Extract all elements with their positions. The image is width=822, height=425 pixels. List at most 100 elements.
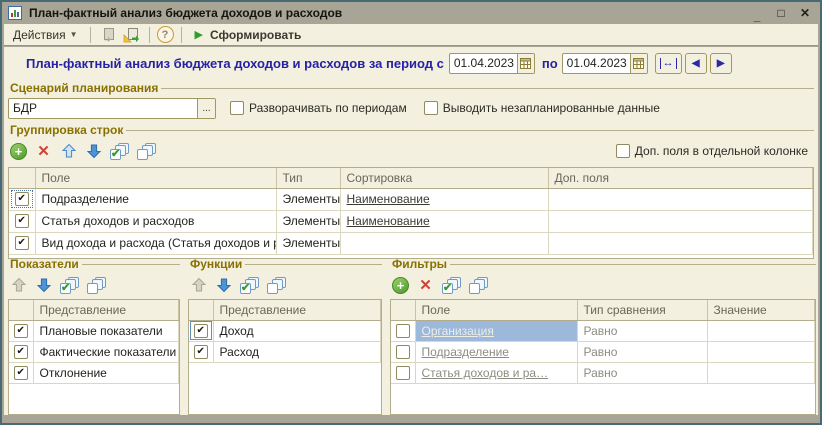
row-checkbox-cell[interactable] [391, 341, 415, 362]
restore-settings-icon[interactable] [98, 26, 118, 44]
column-header[interactable] [189, 300, 213, 320]
row-checkbox-cell[interactable] [391, 362, 415, 383]
calendar-button[interactable] [517, 54, 534, 73]
move-up-icon-disabled[interactable] [10, 277, 27, 294]
generate-button[interactable]: ▶ Сформировать [189, 26, 308, 44]
check-all-icon[interactable]: ✔ [110, 143, 129, 160]
row-checkbox-cell[interactable]: ✔ [9, 232, 35, 254]
column-header[interactable]: Тип [276, 168, 340, 188]
comparison-cell[interactable]: Равно [577, 320, 707, 341]
move-down-icon[interactable] [85, 143, 102, 160]
row-checkbox-cell[interactable] [391, 320, 415, 341]
column-header[interactable]: Сортировка [340, 168, 548, 188]
comparison-cell[interactable]: Равно [577, 362, 707, 383]
scenario-value[interactable]: БДР [9, 101, 197, 115]
uncheck-all-icon[interactable] [267, 277, 286, 294]
checkbox-unchecked-icon[interactable] [230, 101, 244, 115]
column-header[interactable]: Поле [35, 168, 276, 188]
help-button[interactable]: ? [157, 26, 174, 43]
date-to-value[interactable]: 01.04.2023 [563, 56, 630, 70]
label-cell[interactable]: Фактические показатели [33, 341, 179, 362]
expand-periods-checkbox[interactable]: Разворачивать по периодам [230, 101, 407, 115]
row-checkbox-cell[interactable]: ✔ [189, 341, 213, 362]
chevron-down-icon: ▼ [70, 30, 78, 39]
uncheck-all-icon[interactable] [469, 277, 488, 294]
column-header[interactable]: Представление [213, 300, 381, 320]
delete-filter-icon[interactable]: ✕ [417, 278, 434, 293]
next-period-button[interactable]: ▶ [710, 53, 732, 74]
row-checkbox-cell[interactable]: ✔ [9, 341, 33, 362]
label-cell[interactable]: Плановые показатели [33, 320, 179, 341]
date-from-value[interactable]: 01.04.2023 [450, 56, 517, 70]
field-cell[interactable]: Статья доходов и расходов [35, 210, 276, 232]
row-checkbox-cell[interactable]: ✔ [9, 188, 35, 210]
column-header[interactable]: Доп. поля [548, 168, 813, 188]
check-all-icon[interactable]: ✔ [60, 277, 79, 294]
maximize-button[interactable]: □ [772, 5, 790, 21]
extra-cell[interactable] [548, 188, 813, 210]
column-header[interactable]: Представление [33, 300, 179, 320]
date-to-field[interactable]: 01.04.2023 [562, 53, 648, 74]
move-up-icon-disabled[interactable] [190, 277, 207, 294]
value-cell[interactable] [707, 362, 815, 383]
row-checkbox-cell[interactable]: ✔ [9, 320, 33, 341]
type-cell[interactable]: Элементы [276, 188, 340, 210]
minimize-button[interactable]: _ [748, 5, 766, 21]
check-all-icon[interactable]: ✔ [240, 277, 259, 294]
sort-cell[interactable] [340, 232, 548, 254]
save-settings-icon[interactable] [122, 26, 142, 44]
delete-row-icon[interactable]: ✕ [35, 144, 52, 159]
row-checkbox-cell[interactable]: ✔ [189, 320, 213, 341]
checkbox-checked-icon: ✔ [15, 236, 29, 250]
value-cell[interactable] [707, 341, 815, 362]
field-cell[interactable]: Вид дохода и расхода (Статья доходов и р… [35, 232, 276, 254]
extra-cell[interactable] [548, 210, 813, 232]
date-from-field[interactable]: 01.04.2023 [449, 53, 535, 74]
select-period-button[interactable]: ↔ [655, 53, 682, 74]
column-header[interactable] [9, 168, 35, 188]
field-cell[interactable]: Статья доходов и ра… [415, 362, 577, 383]
label-cell[interactable]: Расход [213, 341, 381, 362]
extra-fields-checkbox[interactable]: Доп. поля в отдельной колонке [616, 144, 808, 158]
close-button[interactable]: ✕ [796, 5, 814, 21]
column-header[interactable]: Тип сравнения [577, 300, 707, 320]
show-unplanned-checkbox[interactable]: Выводить незапланированные данные [424, 101, 660, 115]
type-cell[interactable]: Элементы [276, 232, 340, 254]
indicators-table: Представление ✔ Плановые показатели ✔ Фа… [8, 299, 180, 415]
calendar-button[interactable] [630, 54, 647, 73]
field-cell[interactable]: Подразделение [35, 188, 276, 210]
previous-period-button[interactable]: ◀ [685, 53, 707, 74]
column-header[interactable]: Значение [707, 300, 815, 320]
column-header[interactable] [391, 300, 415, 320]
row-checkbox-cell[interactable]: ✔ [9, 210, 35, 232]
sort-cell[interactable]: Наименование [340, 188, 548, 210]
row-checkbox-cell[interactable]: ✔ [9, 362, 33, 383]
comparison-cell[interactable]: Равно [577, 341, 707, 362]
scenario-input[interactable]: БДР ... [8, 98, 216, 119]
value-cell[interactable] [707, 320, 815, 341]
type-cell[interactable]: Элементы [276, 210, 340, 232]
column-header[interactable] [9, 300, 33, 320]
column-header[interactable]: Поле [415, 300, 577, 320]
actions-button[interactable]: Действия ▼ [8, 26, 83, 44]
sort-cell[interactable]: Наименование [340, 210, 548, 232]
label-cell[interactable]: Доход [213, 320, 381, 341]
to-label: по [542, 56, 558, 71]
move-down-icon[interactable] [215, 277, 232, 294]
check-all-icon[interactable]: ✔ [442, 277, 461, 294]
choose-button[interactable]: ... [197, 99, 215, 118]
move-down-icon[interactable] [35, 277, 52, 294]
field-cell[interactable]: Подразделение [415, 341, 577, 362]
uncheck-all-icon[interactable] [137, 143, 156, 160]
uncheck-all-icon[interactable] [87, 277, 106, 294]
checkbox-unchecked-icon[interactable] [616, 144, 630, 158]
move-up-icon[interactable] [60, 143, 77, 160]
add-filter-icon[interactable]: + [392, 277, 409, 294]
field-cell[interactable]: Организация [415, 320, 577, 341]
label-cell[interactable]: Отклонение [33, 362, 179, 383]
checkbox-unchecked-icon[interactable] [424, 101, 438, 115]
filters-legend: Фильтры [390, 257, 450, 271]
checkbox-checked-icon: ✔ [194, 324, 208, 338]
extra-cell[interactable] [548, 232, 813, 254]
add-row-icon[interactable]: + [10, 143, 27, 160]
